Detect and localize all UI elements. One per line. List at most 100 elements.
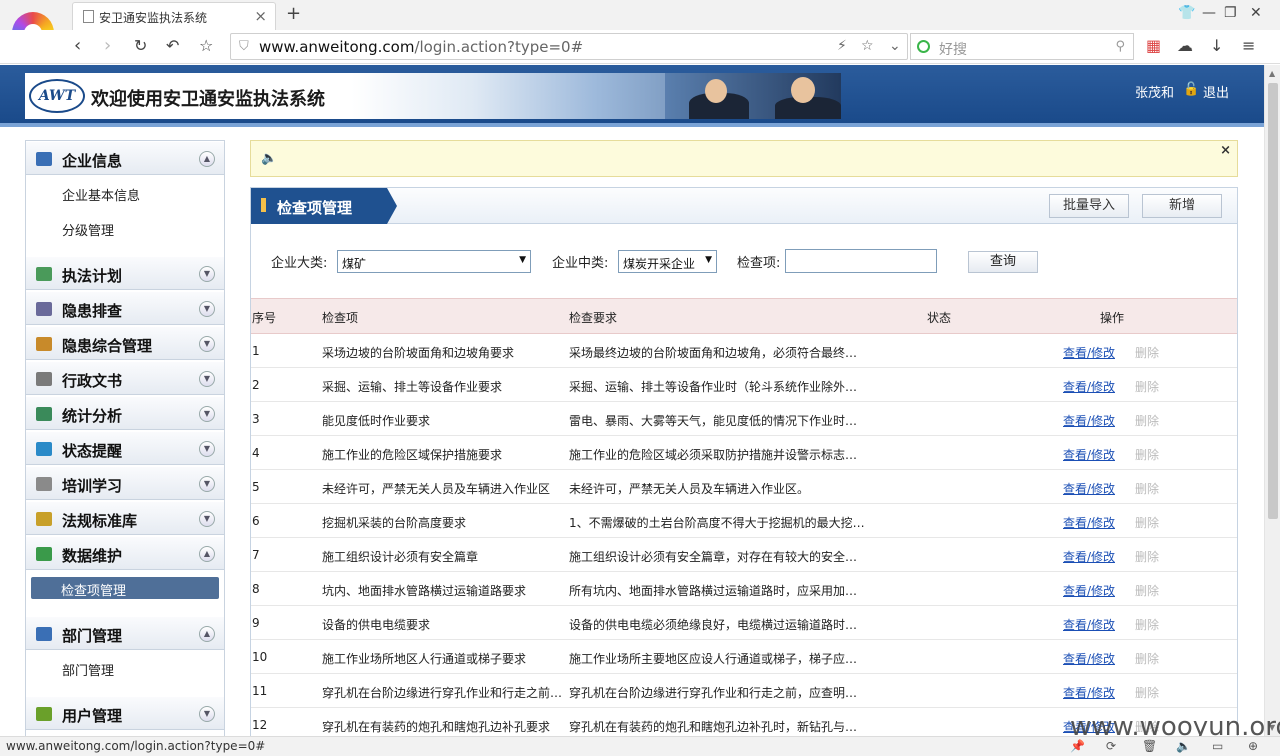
delete-link[interactable]: 删除	[1135, 582, 1159, 599]
expand-icon[interactable]: ▼	[199, 301, 215, 317]
trash-icon[interactable]: 🗑	[1142, 739, 1157, 753]
subcategory-select[interactable]: 煤炭开采企业 ▼	[618, 250, 717, 273]
add-button[interactable]: 新增	[1142, 194, 1222, 218]
delete-link[interactable]: 删除	[1135, 378, 1159, 395]
expand-icon[interactable]: ▼	[199, 706, 215, 722]
sidebar-item[interactable]: 分级管理	[26, 211, 224, 246]
header-divider	[0, 123, 1264, 127]
refresh-icon[interactable]: ⟳	[1106, 739, 1116, 753]
view-edit-link[interactable]: 查看/修改	[1063, 514, 1115, 531]
shirt-skin-icon[interactable]: 👕	[1178, 5, 1195, 21]
tab-close-icon[interactable]: ×	[254, 7, 267, 25]
view-edit-link[interactable]: 查看/修改	[1063, 446, 1115, 463]
reload-icon[interactable]: ↻	[134, 36, 147, 55]
undo-icon[interactable]: ↶	[166, 36, 179, 55]
expand-icon[interactable]: ▼	[199, 476, 215, 492]
delete-link[interactable]: 删除	[1135, 412, 1159, 429]
view-edit-link[interactable]: 查看/修改	[1063, 378, 1115, 395]
sidebar-section[interactable]: 状态提醒 ▼	[26, 431, 224, 465]
sidebar-section[interactable]: 统计分析 ▼	[26, 396, 224, 430]
download-icon[interactable]: ↓	[1210, 36, 1223, 55]
delete-link[interactable]: 删除	[1135, 344, 1159, 361]
table-row: 8 坑内、地面排水管路横过运输道路要求 所有坑内、地面排水管路横过运输道路时，应采用…	[251, 572, 1237, 606]
delete-link[interactable]: 删除	[1135, 616, 1159, 633]
sidebar-section[interactable]: 隐患排查 ▼	[26, 291, 224, 325]
scroll-up-icon[interactable]: ▲	[1269, 69, 1275, 78]
window-icon[interactable]: ▭	[1212, 739, 1223, 753]
back-icon[interactable]: ‹	[74, 35, 81, 56]
delete-link[interactable]: 删除	[1135, 446, 1159, 463]
view-edit-link[interactable]: 查看/修改	[1063, 344, 1115, 361]
menu-icon[interactable]: ≡	[1242, 36, 1255, 55]
query-button[interactable]: 查询	[968, 251, 1038, 273]
sidebar-section[interactable]: 部门管理 ▲	[26, 616, 224, 650]
row-check-item: 能见度低时作业要求	[322, 414, 431, 428]
expand-icon[interactable]: ▼	[199, 336, 215, 352]
delete-link[interactable]: 删除	[1135, 684, 1159, 701]
collapse-icon[interactable]: ▲	[199, 626, 215, 642]
forward-icon[interactable]: ›	[104, 35, 111, 56]
sidebar-item[interactable]: 企业基本信息	[26, 176, 224, 211]
view-edit-link[interactable]: 查看/修改	[1063, 616, 1115, 633]
view-edit-link[interactable]: 查看/修改	[1063, 480, 1115, 497]
page-scrollbar[interactable]: ▲ ▼	[1264, 65, 1280, 736]
item-search-input[interactable]	[785, 249, 937, 273]
expand-icon[interactable]: ▼	[199, 266, 215, 282]
zoom-icon[interactable]: ⊕	[1248, 739, 1258, 753]
sidebar-section[interactable]: 隐患综合管理 ▼	[26, 326, 224, 360]
address-url[interactable]: www.anweitong.com/login.action?type=0#	[259, 38, 583, 56]
expand-icon[interactable]: ▼	[199, 441, 215, 457]
category-select[interactable]: 煤矿 ▼	[337, 250, 531, 273]
sidebar-section[interactable]: 用户管理 ▼	[26, 696, 224, 730]
browser-tab[interactable]: 安卫通安监执法系统 ×	[72, 2, 276, 30]
expand-icon[interactable]: ▼	[199, 371, 215, 387]
banner-photo	[665, 73, 841, 119]
dropdown-chevron-icon[interactable]: ⌄	[889, 38, 901, 54]
sidebar-item[interactable]: 部门管理	[26, 651, 224, 686]
maximize-icon[interactable]: ❐	[1224, 5, 1237, 21]
view-edit-link[interactable]: 查看/修改	[1063, 650, 1115, 667]
minimize-icon[interactable]: —	[1202, 5, 1216, 21]
search-box[interactable]: 好搜 ⚲	[910, 33, 1134, 60]
cloud-icon[interactable]: ☁	[1177, 36, 1193, 55]
star-icon[interactable]: ☆	[199, 36, 213, 55]
sidebar-item[interactable]: 检查项管理	[31, 577, 219, 599]
sidebar-section[interactable]: 执法计划 ▼	[26, 256, 224, 290]
notice-bar: 🔈 ×	[250, 140, 1238, 177]
col-requirement: 检查要求	[569, 311, 618, 325]
new-tab-icon[interactable]: +	[286, 3, 301, 24]
search-icon[interactable]: ⚲	[1115, 39, 1125, 54]
collapse-icon[interactable]: ▲	[199, 151, 215, 167]
sidebar-section[interactable]: 法规标准库 ▼	[26, 501, 224, 535]
search-input[interactable]: 好搜	[939, 39, 967, 59]
view-edit-link[interactable]: 查看/修改	[1063, 412, 1115, 429]
collapse-icon[interactable]: ▲	[199, 546, 215, 562]
apps-grid-icon[interactable]: ▦	[1146, 36, 1161, 55]
delete-link[interactable]: 删除	[1135, 548, 1159, 565]
lightning-icon[interactable]: ⚡	[837, 38, 847, 54]
delete-link[interactable]: 删除	[1135, 514, 1159, 531]
address-bar[interactable]: ⛉ www.anweitong.com/login.action?type=0#…	[230, 33, 908, 60]
bookmark-star-icon[interactable]: ☆	[861, 38, 874, 54]
close-window-icon[interactable]: ✕	[1250, 5, 1262, 21]
expand-icon[interactable]: ▼	[199, 406, 215, 422]
view-edit-link[interactable]: 查看/修改	[1063, 548, 1115, 565]
sidebar-section[interactable]: 培训学习 ▼	[26, 466, 224, 500]
view-edit-link[interactable]: 查看/修改	[1063, 582, 1115, 599]
sidebar-section[interactable]: 企业信息 ▲	[26, 141, 224, 175]
document-icon	[36, 372, 52, 386]
building-icon	[36, 152, 52, 166]
sidebar-section[interactable]: 行政文书 ▼	[26, 361, 224, 395]
delete-link[interactable]: 删除	[1135, 480, 1159, 497]
expand-icon[interactable]: ▼	[199, 511, 215, 527]
logout-link[interactable]: 退出	[1203, 82, 1229, 101]
scrollbar-thumb[interactable]	[1268, 83, 1278, 519]
notice-close-icon[interactable]: ×	[1220, 143, 1231, 158]
view-edit-link[interactable]: 查看/修改	[1063, 684, 1115, 701]
sidebar-section-label: 执法计划	[62, 267, 123, 285]
sidebar-section[interactable]: 数据维护 ▲	[26, 536, 224, 570]
pin-icon[interactable]: 📌	[1070, 739, 1085, 753]
delete-link[interactable]: 删除	[1135, 650, 1159, 667]
batch-import-button[interactable]: 批量导入	[1049, 194, 1129, 218]
volume-icon[interactable]: 🔈	[1176, 739, 1191, 753]
